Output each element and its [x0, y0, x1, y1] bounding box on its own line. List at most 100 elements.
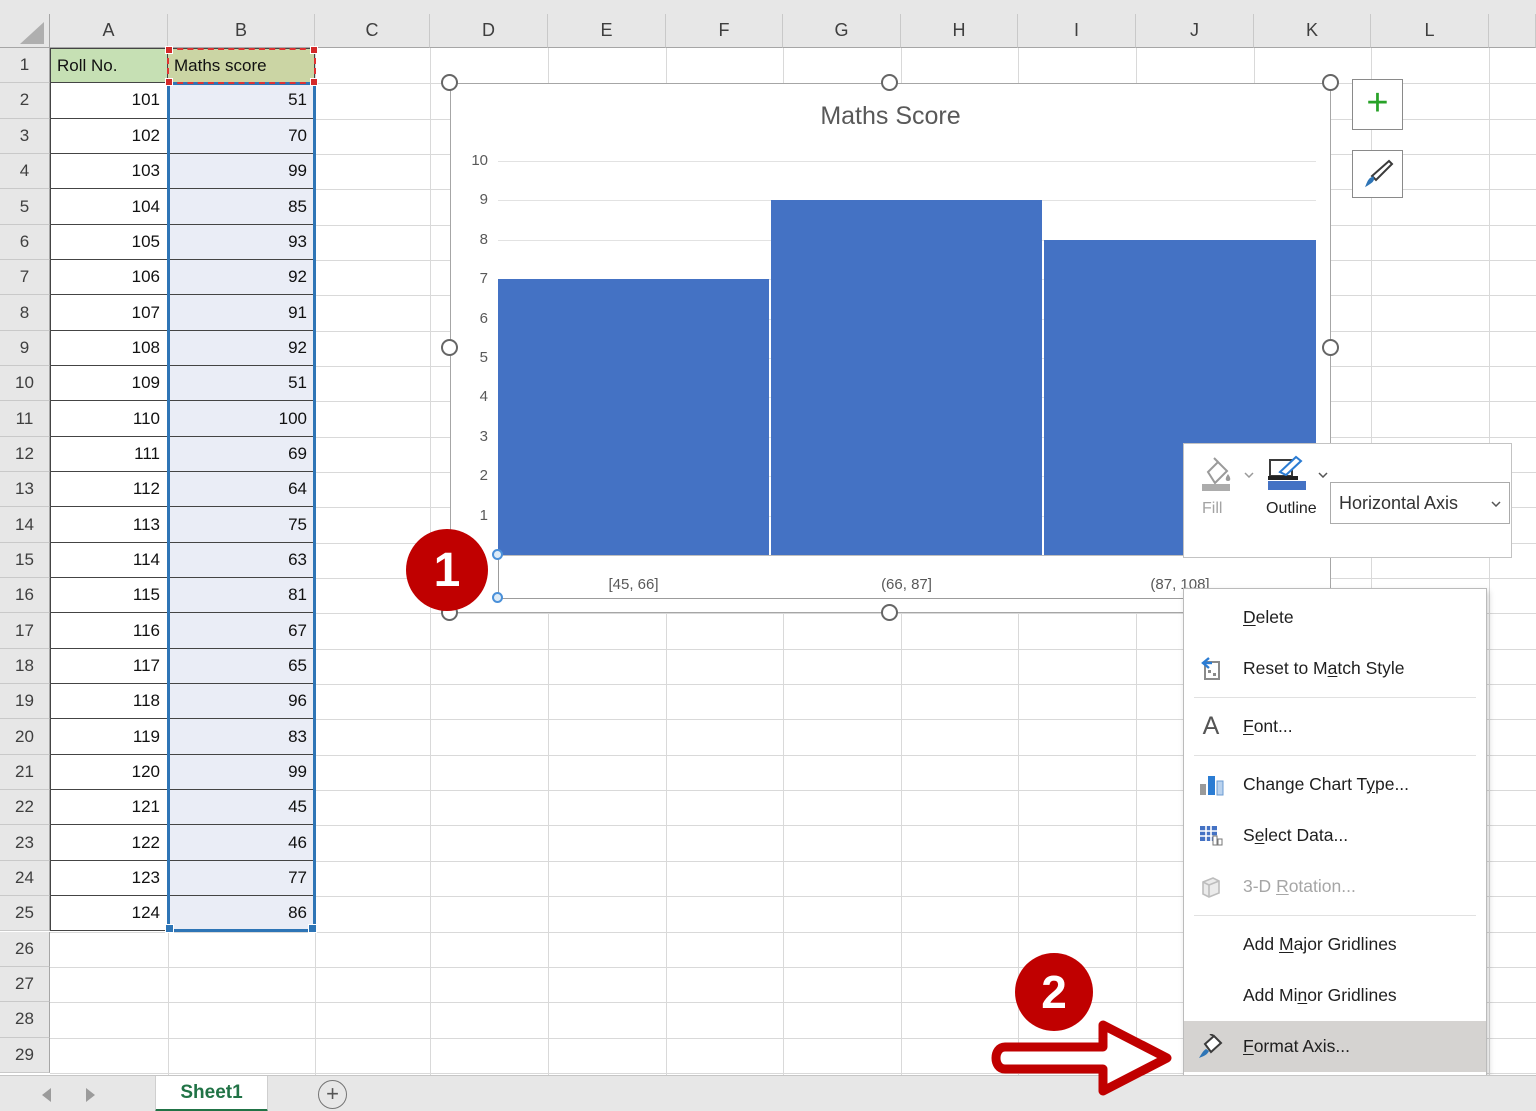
- outline-button[interactable]: Outline: [1266, 454, 1322, 518]
- table-cell-roll[interactable]: 120: [50, 755, 168, 790]
- row-header-10[interactable]: 10: [0, 366, 50, 401]
- table-cell-score[interactable]: 99: [168, 755, 315, 790]
- row-header-23[interactable]: 23: [0, 825, 50, 860]
- table-cell-roll[interactable]: 113: [50, 507, 168, 542]
- column-header-D[interactable]: D: [430, 14, 548, 48]
- table-cell-score[interactable]: 51: [168, 366, 315, 401]
- row-header-9[interactable]: 9: [0, 331, 50, 366]
- axis-selection-handle[interactable]: [492, 592, 503, 603]
- axis-selection-handle[interactable]: [492, 549, 503, 560]
- table-cell-roll[interactable]: 119: [50, 719, 168, 754]
- table-cell-score[interactable]: 93: [168, 225, 315, 260]
- table-cell-score[interactable]: 100: [168, 401, 315, 436]
- row-header-3[interactable]: 3: [0, 119, 50, 154]
- row-header-15[interactable]: 15: [0, 543, 50, 578]
- row-header-20[interactable]: 20: [0, 719, 50, 754]
- table-cell-roll[interactable]: 106: [50, 260, 168, 295]
- table-cell-score[interactable]: 86: [168, 896, 315, 931]
- menu-item-font[interactable]: AFont...: [1184, 701, 1486, 752]
- table-cell-roll[interactable]: 121: [50, 790, 168, 825]
- table-cell-roll[interactable]: 117: [50, 649, 168, 684]
- x-axis-category-label[interactable]: [45, 66]: [574, 576, 694, 593]
- next-sheet-icon[interactable]: [86, 1088, 95, 1102]
- table-cell-roll[interactable]: 105: [50, 225, 168, 260]
- menu-item-format-axis[interactable]: Format Axis...: [1184, 1021, 1486, 1072]
- row-header-27[interactable]: 27: [0, 967, 50, 1002]
- column-header-B[interactable]: B: [168, 14, 315, 48]
- row-header-4[interactable]: 4: [0, 154, 50, 189]
- new-sheet-button[interactable]: +: [318, 1080, 347, 1109]
- table-cell-score[interactable]: 45: [168, 790, 315, 825]
- sheet-tab[interactable]: Sheet1: [155, 1076, 268, 1111]
- table-cell-score[interactable]: 69: [168, 437, 315, 472]
- table-header-roll-no[interactable]: Roll No.: [50, 48, 168, 83]
- table-cell-score[interactable]: 70: [168, 119, 315, 154]
- prev-sheet-icon[interactable]: [42, 1088, 51, 1102]
- table-cell-roll[interactable]: 110: [50, 401, 168, 436]
- table-cell-score[interactable]: 83: [168, 719, 315, 754]
- row-header-14[interactable]: 14: [0, 507, 50, 542]
- column-header-A[interactable]: A: [50, 14, 168, 48]
- table-cell-score[interactable]: 92: [168, 260, 315, 295]
- table-cell-score[interactable]: 81: [168, 578, 315, 613]
- menu-item-reset-to-match-style[interactable]: Reset to Match Style: [1184, 643, 1486, 694]
- fill-button[interactable]: Fill: [1198, 456, 1244, 518]
- menu-item-add-minor-gridlines[interactable]: Add Minor Gridlines: [1184, 970, 1486, 1021]
- histogram-bar-2[interactable]: [771, 200, 1042, 555]
- chart-resize-handle[interactable]: [441, 74, 458, 91]
- row-header-6[interactable]: 6: [0, 225, 50, 260]
- chart-title[interactable]: Maths Score: [451, 102, 1330, 131]
- row-header-2[interactable]: 2: [0, 83, 50, 118]
- chart-elements-button[interactable]: +: [1352, 79, 1403, 130]
- fill-chevron-down-icon[interactable]: [1244, 472, 1254, 478]
- table-cell-roll[interactable]: 107: [50, 295, 168, 330]
- column-header-H[interactable]: H: [901, 14, 1018, 48]
- column-header-E[interactable]: E: [548, 14, 666, 48]
- table-header-maths-score[interactable]: Maths score: [168, 48, 315, 83]
- row-header-11[interactable]: 11: [0, 401, 50, 436]
- table-cell-roll[interactable]: 103: [50, 154, 168, 189]
- table-cell-score[interactable]: 99: [168, 154, 315, 189]
- chart-resize-handle[interactable]: [881, 604, 898, 621]
- menu-item-change-chart-type[interactable]: Change Chart Type...: [1184, 759, 1486, 810]
- chart-styles-button[interactable]: [1352, 150, 1403, 198]
- table-cell-roll[interactable]: 116: [50, 613, 168, 648]
- select-all-button[interactable]: [0, 14, 50, 48]
- row-header-13[interactable]: 13: [0, 472, 50, 507]
- column-header-C[interactable]: C: [315, 14, 430, 48]
- table-cell-score[interactable]: 77: [168, 861, 315, 896]
- table-cell-roll[interactable]: 104: [50, 189, 168, 224]
- table-cell-roll[interactable]: 108: [50, 331, 168, 366]
- table-cell-score[interactable]: 51: [168, 83, 315, 118]
- row-header-19[interactable]: 19: [0, 684, 50, 719]
- menu-item-d-rotation[interactable]: 3-D Rotation...: [1184, 861, 1486, 912]
- table-cell-roll[interactable]: 109: [50, 366, 168, 401]
- table-cell-roll[interactable]: 122: [50, 825, 168, 860]
- row-header-22[interactable]: 22: [0, 790, 50, 825]
- menu-item-add-major-gridlines[interactable]: Add Major Gridlines: [1184, 919, 1486, 970]
- row-header-17[interactable]: 17: [0, 613, 50, 648]
- table-cell-roll[interactable]: 118: [50, 684, 168, 719]
- table-cell-score[interactable]: 65: [168, 649, 315, 684]
- row-header-26[interactable]: 26: [0, 932, 50, 967]
- table-cell-score[interactable]: 75: [168, 507, 315, 542]
- column-header-F[interactable]: F: [666, 14, 783, 48]
- x-axis-category-label[interactable]: (66, 87]: [847, 576, 967, 593]
- table-cell-score[interactable]: 92: [168, 331, 315, 366]
- table-cell-roll[interactable]: 114: [50, 543, 168, 578]
- table-cell-roll[interactable]: 124: [50, 896, 168, 931]
- chart-resize-handle[interactable]: [1322, 74, 1339, 91]
- table-cell-roll[interactable]: 101: [50, 83, 168, 118]
- table-cell-score[interactable]: 91: [168, 295, 315, 330]
- chart-resize-handle[interactable]: [441, 339, 458, 356]
- column-header-L[interactable]: L: [1371, 14, 1489, 48]
- column-header-J[interactable]: J: [1136, 14, 1254, 48]
- row-header-12[interactable]: 12: [0, 437, 50, 472]
- chart-resize-handle[interactable]: [881, 74, 898, 91]
- row-header-16[interactable]: 16: [0, 578, 50, 613]
- table-cell-roll[interactable]: 123: [50, 861, 168, 896]
- column-header-K[interactable]: K: [1254, 14, 1371, 48]
- row-header-28[interactable]: 28: [0, 1002, 50, 1037]
- table-cell-roll[interactable]: 115: [50, 578, 168, 613]
- table-cell-score[interactable]: 64: [168, 472, 315, 507]
